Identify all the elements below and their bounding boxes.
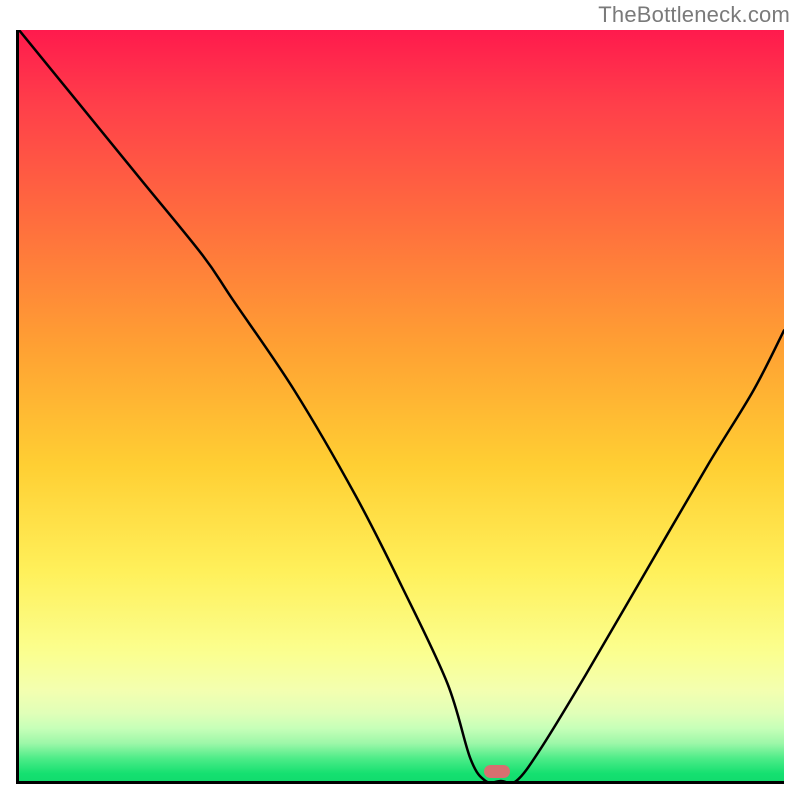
- bottleneck-curve-path: [19, 30, 784, 781]
- bottleneck-curve-svg: [19, 30, 784, 781]
- chart-area: [16, 30, 784, 784]
- watermark-text: TheBottleneck.com: [598, 2, 790, 28]
- optimal-point-marker: [484, 765, 510, 778]
